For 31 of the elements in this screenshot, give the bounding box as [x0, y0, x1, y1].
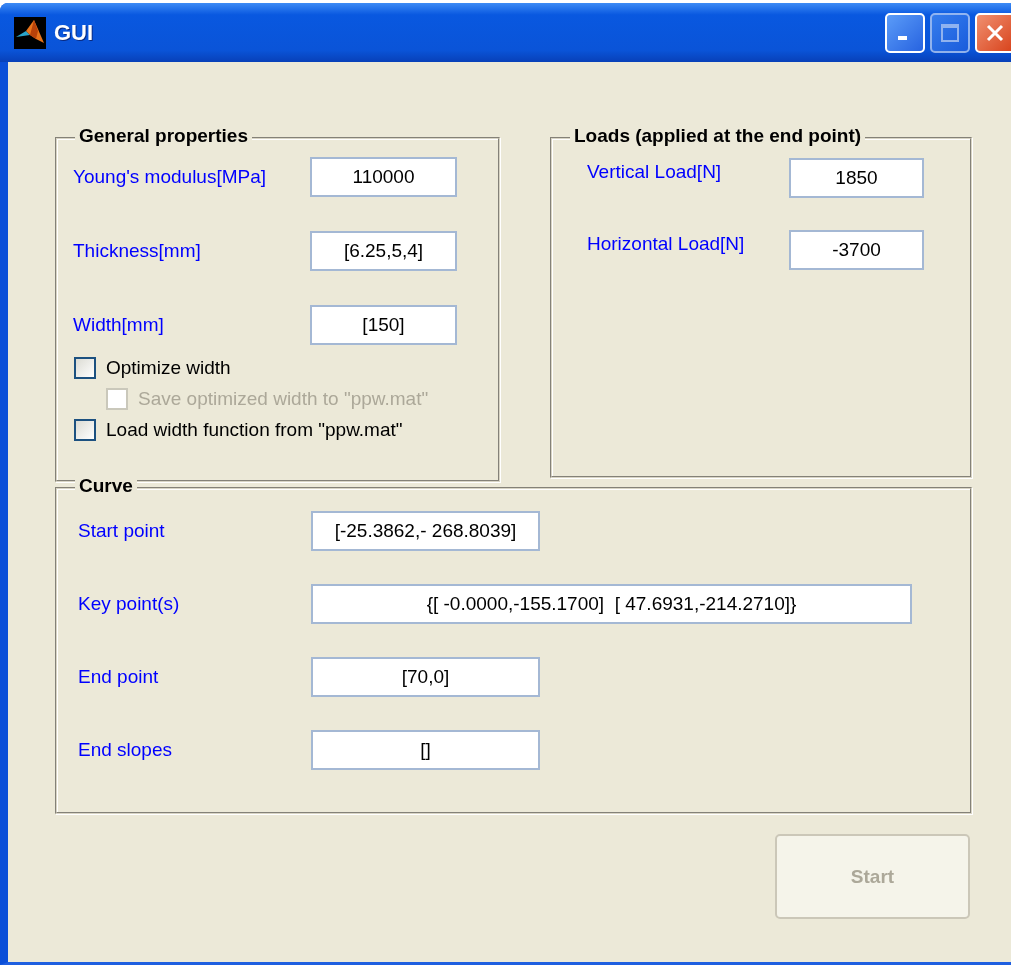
close-icon	[985, 22, 1005, 43]
field-label: Horizontal Load[N]	[587, 232, 746, 255]
input-field[interactable]: 1850	[789, 158, 924, 198]
field-label: Young's modulus[MPa]	[73, 166, 268, 188]
field-label: End slopes	[78, 739, 172, 761]
field-label: Width[mm]	[73, 314, 165, 336]
maximize-button[interactable]	[930, 12, 970, 53]
input-field[interactable]: 110000	[310, 157, 457, 197]
checkbox-label: Load width function from "ppw.mat"	[106, 419, 403, 441]
field-label: Thickness[mm]	[73, 240, 202, 262]
field-label: End point	[78, 666, 159, 688]
field-label: Key point(s)	[78, 593, 180, 615]
app-icon	[14, 16, 46, 49]
maximize-icon	[940, 22, 960, 43]
checkbox[interactable]	[74, 357, 96, 379]
input-field[interactable]: [70,0]	[311, 657, 540, 697]
input-field[interactable]: -3700	[789, 230, 924, 270]
input-field[interactable]: {[ -0.0000,-155.1700] [ 47.6931,-214.2710]}	[311, 584, 912, 624]
minimize-button[interactable]	[885, 12, 925, 53]
checkbox-label: Save optimized width to "ppw.mat"	[138, 388, 429, 410]
input-field[interactable]: [6.25,5,4]	[310, 231, 457, 271]
input-field[interactable]: [-25.3862,- 268.8039]	[311, 511, 540, 551]
checkbox[interactable]	[74, 419, 96, 441]
minimize-icon	[898, 35, 907, 40]
field-label: Start point	[78, 520, 165, 542]
input-field[interactable]: []	[311, 730, 540, 770]
close-button[interactable]	[975, 12, 1011, 53]
window-title: GUI	[54, 19, 94, 46]
input-field[interactable]: [150]	[310, 305, 457, 345]
checkbox-label: Optimize width	[106, 357, 231, 379]
field-label: Vertical Load[N]	[587, 160, 723, 183]
